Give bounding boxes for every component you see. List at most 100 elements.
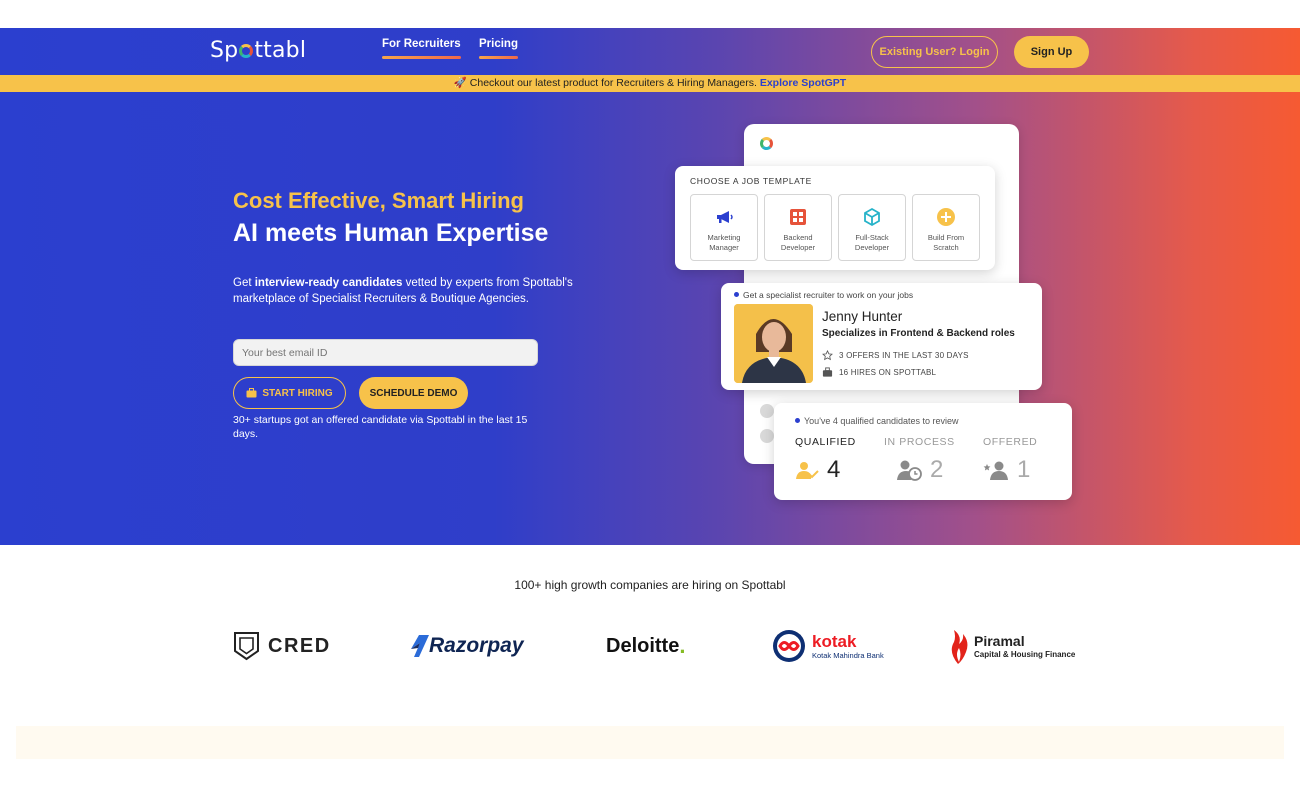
login-button[interactable]: Existing User? Login: [871, 36, 998, 68]
gear-icon: [760, 404, 774, 418]
next-section-strip: [16, 726, 1284, 759]
bullet-dot: [795, 418, 800, 423]
recruiter-card: Get a specialist recruiter to work on yo…: [721, 283, 1042, 390]
cred-wordmark: CRED: [268, 634, 331, 657]
logo-ring-icon: [239, 44, 254, 58]
candidates-summary-card: You've 4 qualified candidates to review …: [774, 403, 1072, 500]
nav-pricing-label: Pricing: [479, 38, 518, 50]
nav-underline: [479, 56, 518, 59]
megaphone-icon: [717, 211, 733, 223]
announcement-text: Checkout our latest product for Recruite…: [469, 77, 757, 89]
kotak-infinity-icon: [773, 630, 805, 662]
tile-label-line2: Scratch: [933, 243, 959, 252]
company-logo-piramal: Piramal Capital & Housing Finance: [948, 626, 1075, 666]
hero-headline: AI meets Human Expertise: [233, 219, 549, 247]
tile-label-line2: Manager: [709, 243, 739, 252]
cube-icon: [864, 207, 880, 227]
piramal-text-block: Piramal Capital & Housing Finance: [974, 634, 1075, 659]
deloitte-green-dot: .: [679, 633, 686, 658]
in-process-column[interactable]: IN PROCESS 2: [884, 436, 955, 484]
recruiter-offers-stat: 3 OFFERS IN THE LAST 30 DAYS: [822, 349, 969, 361]
recruiter-portrait: [734, 304, 813, 383]
company-logo-cred: CRED: [233, 626, 331, 666]
in-process-label: IN PROCESS: [884, 436, 955, 448]
top-navigation: Sp ttabl For Recruiters Pricing Existing …: [0, 28, 1300, 75]
razorpay-mark-icon: [411, 635, 429, 657]
kotak-text-block: kotak Kotak Mahindra Bank: [812, 633, 884, 660]
companies-heading: 100+ high growth companies are hiring on…: [514, 578, 786, 592]
hires-stat-text: 16 HIRES ON SPOTTABL: [839, 368, 937, 377]
template-build-from-scratch[interactable]: Build From Scratch: [912, 194, 980, 261]
server-icon: [790, 209, 806, 225]
user-star-icon: [983, 461, 1008, 480]
offers-stat-text: 3 OFFERS IN THE LAST 30 DAYS: [839, 351, 969, 360]
tile-label-line1: Full-Stack: [855, 233, 889, 242]
recruiter-card-heading: Get a specialist recruiter to work on yo…: [734, 290, 913, 300]
offered-column[interactable]: OFFERED 1: [983, 436, 1037, 484]
company-logo-deloitte: Deloitte .: [606, 626, 685, 666]
candidates-summary-heading: You've 4 qualified candidates to review: [795, 416, 959, 426]
bullet-dot: [734, 292, 739, 297]
cred-shield-icon: [234, 632, 259, 661]
logo-text-suffix: ttabl: [254, 38, 307, 63]
spottabl-logo[interactable]: Sp ttabl: [210, 38, 306, 63]
hero-kicker: Cost Effective, Smart Hiring: [233, 188, 524, 213]
signup-button[interactable]: Sign Up: [1014, 36, 1089, 68]
candidates-summary-text: You've 4 qualified candidates to review: [804, 416, 959, 426]
template-card-title: CHOOSE A JOB TEMPLATE: [690, 176, 812, 186]
recruiter-name: Jenny Hunter: [822, 309, 903, 324]
hero-description: Get interview-ready candidates vetted by…: [233, 275, 613, 307]
nav-for-recruiters-label: For Recruiters: [382, 38, 461, 50]
offered-count-row: 1: [983, 456, 1037, 484]
in-process-count: 2: [930, 456, 944, 483]
qualified-count: 4: [827, 456, 841, 483]
tile-label-line1: Marketing: [707, 233, 741, 242]
hero-section: Sp ttabl For Recruiters Pricing Existing …: [0, 28, 1300, 545]
nav-underline: [382, 56, 461, 59]
qualified-count-row: 4: [795, 456, 856, 484]
announcement-bar: 🚀 Checkout our latest product for Recrui…: [0, 75, 1300, 92]
start-hiring-label: START HIRING: [262, 387, 333, 399]
briefcase-icon: [246, 388, 257, 398]
template-marketing-manager[interactable]: Marketing Manager: [690, 194, 758, 261]
recruiter-card-heading-text: Get a specialist recruiter to work on yo…: [743, 290, 914, 300]
razorpay-wordmark: Razorpay: [429, 634, 524, 657]
offered-label: OFFERED: [983, 436, 1038, 448]
offered-count: 1: [1017, 456, 1031, 483]
recruiter-hires-stat: 16 HIRES ON SPOTTABL: [822, 367, 936, 378]
company-logo-razorpay: Razorpay: [411, 626, 524, 666]
qualified-column[interactable]: QUALIFIED 4: [795, 436, 856, 484]
nav-for-recruiters[interactable]: For Recruiters: [382, 38, 461, 59]
tile-label-line2: Developer: [854, 243, 890, 252]
qualified-label: QUALIFIED: [795, 436, 856, 448]
help-icon: [760, 429, 774, 443]
recruiter-specialty: Specializes in Frontend & Backend roles: [822, 328, 1015, 339]
explore-spotgpt-link[interactable]: Explore SpotGPT: [760, 77, 846, 89]
star-icon: [822, 349, 833, 361]
nav-pricing[interactable]: Pricing: [479, 38, 518, 59]
tile-label-line1: Build From: [927, 233, 965, 242]
piramal-flame-icon: [951, 630, 968, 664]
user-check-icon: [796, 462, 819, 479]
desc-pre: Get: [233, 277, 255, 289]
mockup-logo-icon: [760, 137, 773, 150]
piramal-wordmark: Piramal: [974, 632, 1025, 649]
template-fullstack-developer[interactable]: Full-Stack Developer: [838, 194, 906, 261]
plus-circle-icon: [937, 208, 955, 226]
recruiter-avatar: [734, 304, 813, 383]
tile-label-line2: Developer: [780, 243, 816, 252]
user-clock-icon: [897, 460, 922, 481]
job-template-card: CHOOSE A JOB TEMPLATE Marketing Manager …: [675, 166, 995, 270]
piramal-subtitle: Capital & Housing Finance: [974, 649, 1076, 659]
start-hiring-button[interactable]: START HIRING: [233, 377, 346, 409]
in-process-count-row: 2: [896, 456, 955, 484]
deloitte-wordmark: Deloitte: [606, 634, 680, 657]
logo-text-prefix: Sp: [210, 38, 239, 63]
kotak-subtitle: Kotak Mahindra Bank: [812, 650, 884, 660]
schedule-demo-button[interactable]: SCHEDULE DEMO: [359, 377, 468, 409]
desc-bold: interview-ready candidates: [254, 277, 403, 289]
company-logo-kotak: kotak Kotak Mahindra Bank: [771, 626, 884, 666]
template-backend-developer[interactable]: Backend Developer: [764, 194, 832, 261]
email-input[interactable]: [233, 339, 538, 366]
briefcase-icon: [822, 367, 833, 377]
